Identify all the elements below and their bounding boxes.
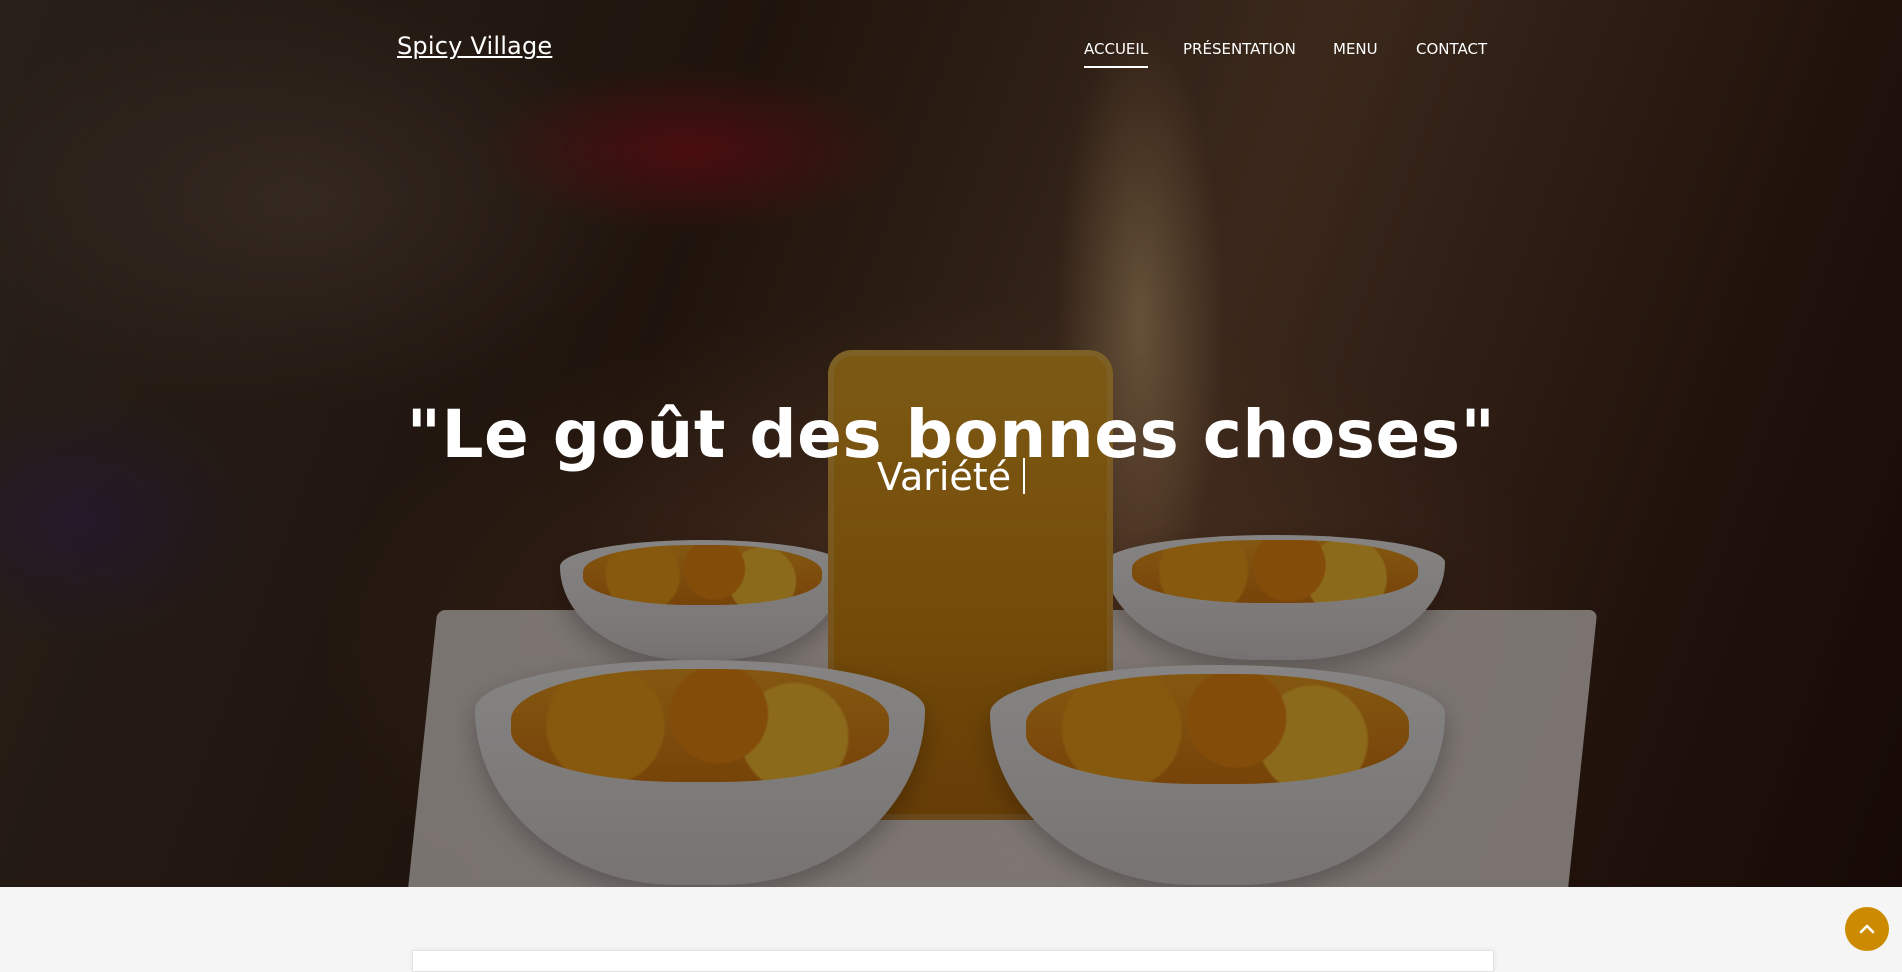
content-card (412, 950, 1494, 972)
main-navbar: Spicy Village ACCUEIL PRÉSENTATION MENU … (0, 0, 1902, 100)
typing-cursor (1023, 458, 1026, 494)
back-to-top-button[interactable] (1845, 907, 1889, 951)
nav-item-accueil[interactable]: ACCUEIL (1084, 40, 1149, 68)
nav-item-menu[interactable]: MENU (1333, 40, 1378, 58)
content-section (0, 887, 1902, 958)
hero-section: Spicy Village ACCUEIL PRÉSENTATION MENU … (0, 0, 1902, 887)
hero-subtitle-typed: Variété (0, 458, 1902, 496)
brand-logo[interactable]: Spicy Village (397, 32, 552, 60)
hero-subtitle-text: Variété (876, 455, 1012, 499)
nav-item-contact[interactable]: CONTACT (1416, 40, 1487, 58)
chevron-up-icon (1859, 924, 1875, 934)
nav-item-presentation[interactable]: PRÉSENTATION (1183, 40, 1296, 58)
